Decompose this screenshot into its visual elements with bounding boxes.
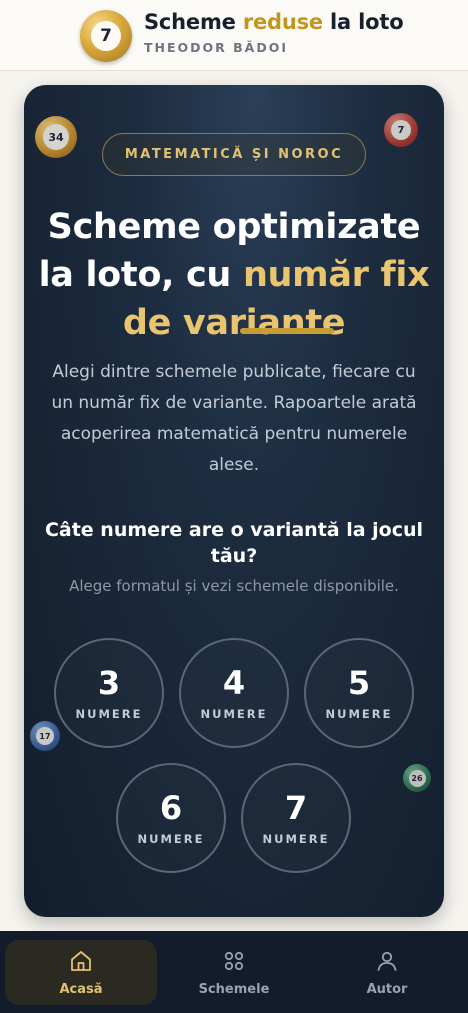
lottery-ball-icon: 17 xyxy=(30,721,60,751)
app-title: Scheme reduse la loto xyxy=(144,10,404,34)
format-question: Câte numere are o variantă la jocul tău? xyxy=(44,519,424,567)
headline-line-2-gold: număr fix xyxy=(242,255,430,295)
bottom-nav: Acasă Schemele Autor xyxy=(0,931,468,1013)
option-number: 7 xyxy=(284,789,308,827)
hero-lead: Alegi dintre schemele publicate, fiecare… xyxy=(51,362,417,475)
hero-badge: MATEMATICĂ ȘI NOROC xyxy=(102,133,366,176)
option-number: 6 xyxy=(159,789,183,827)
option-label: NUMERE xyxy=(75,707,143,721)
option-number: 3 xyxy=(97,664,121,702)
option-label: NUMERE xyxy=(200,707,268,721)
ball-number: 7 xyxy=(391,120,411,140)
option-7-numbers-button[interactable]: 7 NUMERE xyxy=(241,763,351,873)
headline-line-1: Scheme optimizate xyxy=(47,207,421,247)
hero-card: 34 7 17 26 MATEMATICĂ ȘI NOROC Scheme op… xyxy=(24,85,444,917)
title-part-1: Scheme xyxy=(144,10,243,34)
headline-underline xyxy=(240,328,334,334)
option-6-numbers-button[interactable]: 6 NUMERE xyxy=(116,763,226,873)
option-number: 4 xyxy=(222,664,246,702)
option-label: NUMERE xyxy=(137,832,205,846)
user-icon xyxy=(375,948,399,974)
ball-number: 34 xyxy=(43,124,69,150)
option-5-numbers-button[interactable]: 5 NUMERE xyxy=(304,638,414,748)
logo-number: 7 xyxy=(91,21,121,51)
author-name: THEODOR BĂDOI xyxy=(144,40,288,55)
nav-item-home[interactable]: Acasă xyxy=(5,940,157,1005)
title-part-2: la loto xyxy=(322,10,404,34)
app-header: 7 Scheme reduse la loto THEODOR BĂDOI xyxy=(0,0,468,71)
lottery-ball-icon: 7 xyxy=(384,113,418,147)
lottery-ball-icon: 26 xyxy=(403,764,431,792)
lottery-ball-icon: 34 xyxy=(35,116,77,158)
nav-label: Acasă xyxy=(59,982,103,997)
format-question-hint: Alege formatul și vezi schemele disponib… xyxy=(69,577,399,595)
ball-number: 17 xyxy=(36,727,54,745)
nav-label: Autor xyxy=(366,982,408,997)
nav-item-author[interactable]: Autor xyxy=(311,940,463,1005)
option-label: NUMERE xyxy=(262,832,330,846)
nav-label: Schemele xyxy=(198,982,270,997)
option-label: NUMERE xyxy=(325,707,393,721)
title-accent: reduse xyxy=(242,10,323,34)
headline-line-2: la loto, cu număr fix xyxy=(24,251,444,299)
ball-number: 26 xyxy=(408,769,426,787)
option-4-numbers-button[interactable]: 4 NUMERE xyxy=(179,638,289,748)
hero-headline: Scheme optimizate la loto, cu număr fix … xyxy=(24,203,444,347)
headline-line-2-white: la loto, cu xyxy=(38,255,243,295)
option-number: 5 xyxy=(347,664,371,702)
logo-ball-icon[interactable]: 7 xyxy=(80,10,132,62)
nav-item-schemes[interactable]: Schemele xyxy=(158,940,310,1005)
headline-line-3: de variante xyxy=(122,303,346,343)
home-icon xyxy=(69,948,93,974)
option-3-numbers-button[interactable]: 3 NUMERE xyxy=(54,638,164,748)
grid-icon xyxy=(222,948,246,974)
